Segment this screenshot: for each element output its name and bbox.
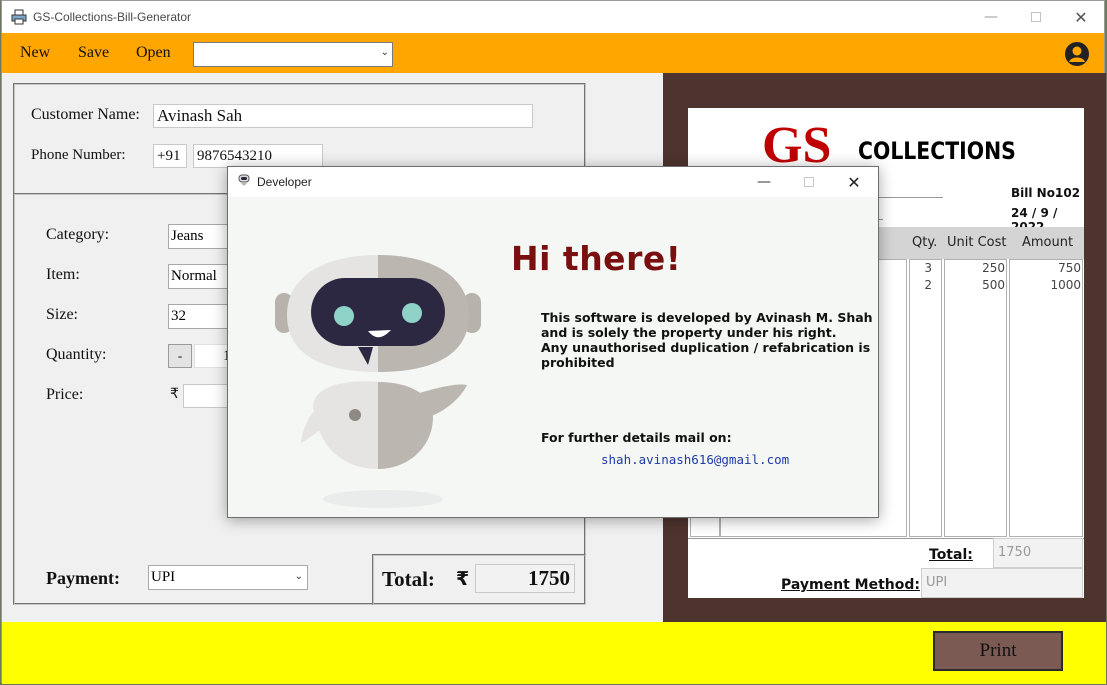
printer-icon [11, 9, 27, 25]
robot-illustration [275, 255, 481, 508]
row2-amount: 1000 [1050, 278, 1081, 292]
dialog-close-button[interactable]: ✕ [839, 171, 869, 193]
bill-no-value: 102 [1055, 186, 1081, 200]
mail-prompt: For further details mail on: [541, 430, 732, 445]
menu-save[interactable]: Save [78, 44, 109, 62]
bill-total-label: Total: [929, 547, 973, 563]
unit-cost-header: Unit Cost [947, 235, 1007, 250]
item-select-value: Normal [171, 268, 217, 284]
payment-method-value: UPI [921, 568, 1083, 598]
bill-column-unit-cost [944, 259, 1007, 537]
bill-column-amount [1009, 259, 1083, 537]
phone-number-label: Phone Number: [31, 147, 126, 163]
bill-total-value: 1750 [993, 538, 1083, 568]
window-title: GS-Collections-Bill-Generator [33, 10, 192, 24]
amount-header: Amount [1022, 235, 1074, 250]
payment-label: Payment: [46, 568, 120, 588]
title-bar: GS-Collections-Bill-Generator — ✕ [2, 1, 1104, 33]
about-line-4: prohibited [541, 355, 615, 370]
about-line-3: Any unauthorised duplication / refabrica… [541, 340, 871, 355]
maximize-icon [1031, 12, 1041, 22]
print-button[interactable]: Print [933, 631, 1063, 671]
menu-new[interactable]: New [20, 44, 50, 62]
phone-number-input[interactable]: 9876543210 [193, 144, 323, 168]
chevron-down-icon: ⌄ [380, 47, 389, 58]
about-line-2: and is solely the property under his rig… [541, 325, 837, 340]
dialog-title-bar: Developer — ✕ [228, 167, 878, 197]
total-value: 1750 [475, 564, 575, 593]
category-select-value: Jeans [171, 228, 204, 244]
row1-unit-cost: 250 [982, 261, 1005, 275]
row1-qty: 3 [924, 261, 932, 275]
about-line-1: This software is developed by Avinash M.… [541, 310, 873, 325]
logo-collections: COLLECTIONS [858, 137, 1016, 165]
minimize-icon: — [757, 174, 771, 190]
row1-amount: 750 [1058, 261, 1081, 275]
greeting-heading: Hi there! [511, 239, 682, 278]
item-label: Item: [46, 266, 80, 283]
size-select-value: 32 [171, 308, 186, 324]
close-icon: ✕ [1074, 7, 1088, 27]
rupee-icon: ₹ [170, 386, 179, 402]
maximize-button[interactable] [1021, 6, 1051, 28]
bill-no-label: Bill No. [1011, 186, 1060, 200]
close-icon: ✕ [847, 172, 861, 192]
minimize-icon: — [984, 9, 998, 25]
qty-header: Qty. [912, 235, 938, 250]
quantity-label: Quantity: [46, 346, 107, 363]
customer-name-label: Customer Name: [31, 106, 140, 123]
dialog-maximize-button[interactable] [794, 171, 824, 193]
size-label: Size: [46, 306, 78, 323]
menu-bar: New Save Open ⌄ [2, 33, 1104, 73]
price-label: Price: [46, 386, 84, 403]
bill-column-qty [909, 259, 942, 537]
bottom-bar: Print [2, 622, 1106, 684]
payment-method-label: Payment Method: [781, 577, 920, 593]
close-button[interactable]: ✕ [1066, 6, 1096, 28]
minimize-button[interactable]: — [976, 6, 1006, 28]
customer-name-input[interactable]: Avinash Sah [153, 104, 533, 128]
maximize-icon [804, 177, 814, 187]
developer-email-link[interactable]: shah.avinash616@gmail.com [601, 452, 789, 467]
quantity-decrement-button[interactable]: - [168, 344, 192, 368]
row2-qty: 2 [924, 278, 932, 292]
chevron-down-icon: ⌄ [294, 571, 303, 582]
menu-open[interactable]: Open [136, 44, 171, 62]
robot-icon [238, 174, 250, 186]
dialog-minimize-button[interactable]: — [749, 171, 779, 193]
user-account-icon[interactable] [1064, 41, 1090, 67]
open-bill-select[interactable]: ⌄ [193, 42, 393, 67]
row2-unit-cost: 500 [982, 278, 1005, 292]
phone-code-input[interactable]: +91 [153, 144, 187, 168]
payment-select-value: UPI [151, 569, 176, 585]
developer-dialog: Developer — ✕ Hi there! This software is… [227, 166, 879, 518]
category-label: Category: [46, 226, 110, 243]
total-rupee-icon: ₹ [456, 568, 470, 590]
total-label: Total: [382, 567, 435, 591]
payment-select[interactable]: UPI ⌄ [148, 565, 308, 590]
dialog-title: Developer [257, 175, 312, 189]
